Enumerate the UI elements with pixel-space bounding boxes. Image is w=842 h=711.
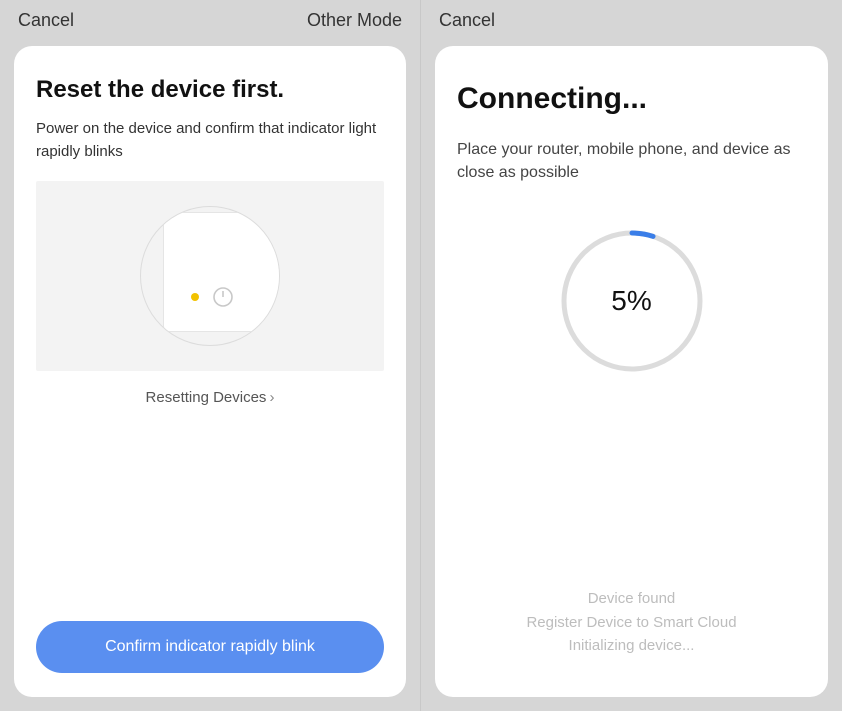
setup-reset-screen: Cancel Other Mode Reset the device first… xyxy=(0,0,421,711)
resetting-devices-link[interactable]: Resetting Devices› xyxy=(36,389,384,406)
progress-ring: 5% xyxy=(557,226,707,376)
status-list: Device found Register Device to Smart Cl… xyxy=(457,587,806,657)
content-card: Connecting... Place your router, mobile … xyxy=(435,46,828,697)
chevron-right-icon: › xyxy=(269,389,274,406)
page-title: Reset the device first. xyxy=(36,76,384,104)
power-icon xyxy=(211,285,235,309)
resetting-link-label: Resetting Devices xyxy=(146,389,267,406)
cancel-button[interactable]: Cancel xyxy=(18,10,74,31)
top-bar: Cancel Other Mode xyxy=(0,0,420,40)
connecting-screen: Cancel Connecting... Place your router, … xyxy=(421,0,842,711)
cancel-button[interactable]: Cancel xyxy=(439,10,495,31)
other-mode-button[interactable]: Other Mode xyxy=(307,10,402,31)
indicator-led-icon xyxy=(191,293,199,301)
page-title: Connecting... xyxy=(457,82,806,116)
status-step-3: Initializing device... xyxy=(457,634,806,657)
status-step-2: Register Device to Smart Cloud xyxy=(457,611,806,634)
confirm-indicator-button[interactable]: Confirm indicator rapidly blink xyxy=(36,621,384,673)
device-circle-icon xyxy=(140,206,280,346)
content-card: Reset the device first. Power on the dev… xyxy=(14,46,406,697)
status-step-1: Device found xyxy=(457,587,806,610)
progress-percent-label: 5% xyxy=(557,226,707,376)
device-body-icon xyxy=(163,212,280,332)
page-description: Power on the device and confirm that ind… xyxy=(36,118,384,163)
top-bar: Cancel xyxy=(421,0,842,40)
page-description: Place your router, mobile phone, and dev… xyxy=(457,138,806,184)
device-illustration xyxy=(36,181,384,371)
